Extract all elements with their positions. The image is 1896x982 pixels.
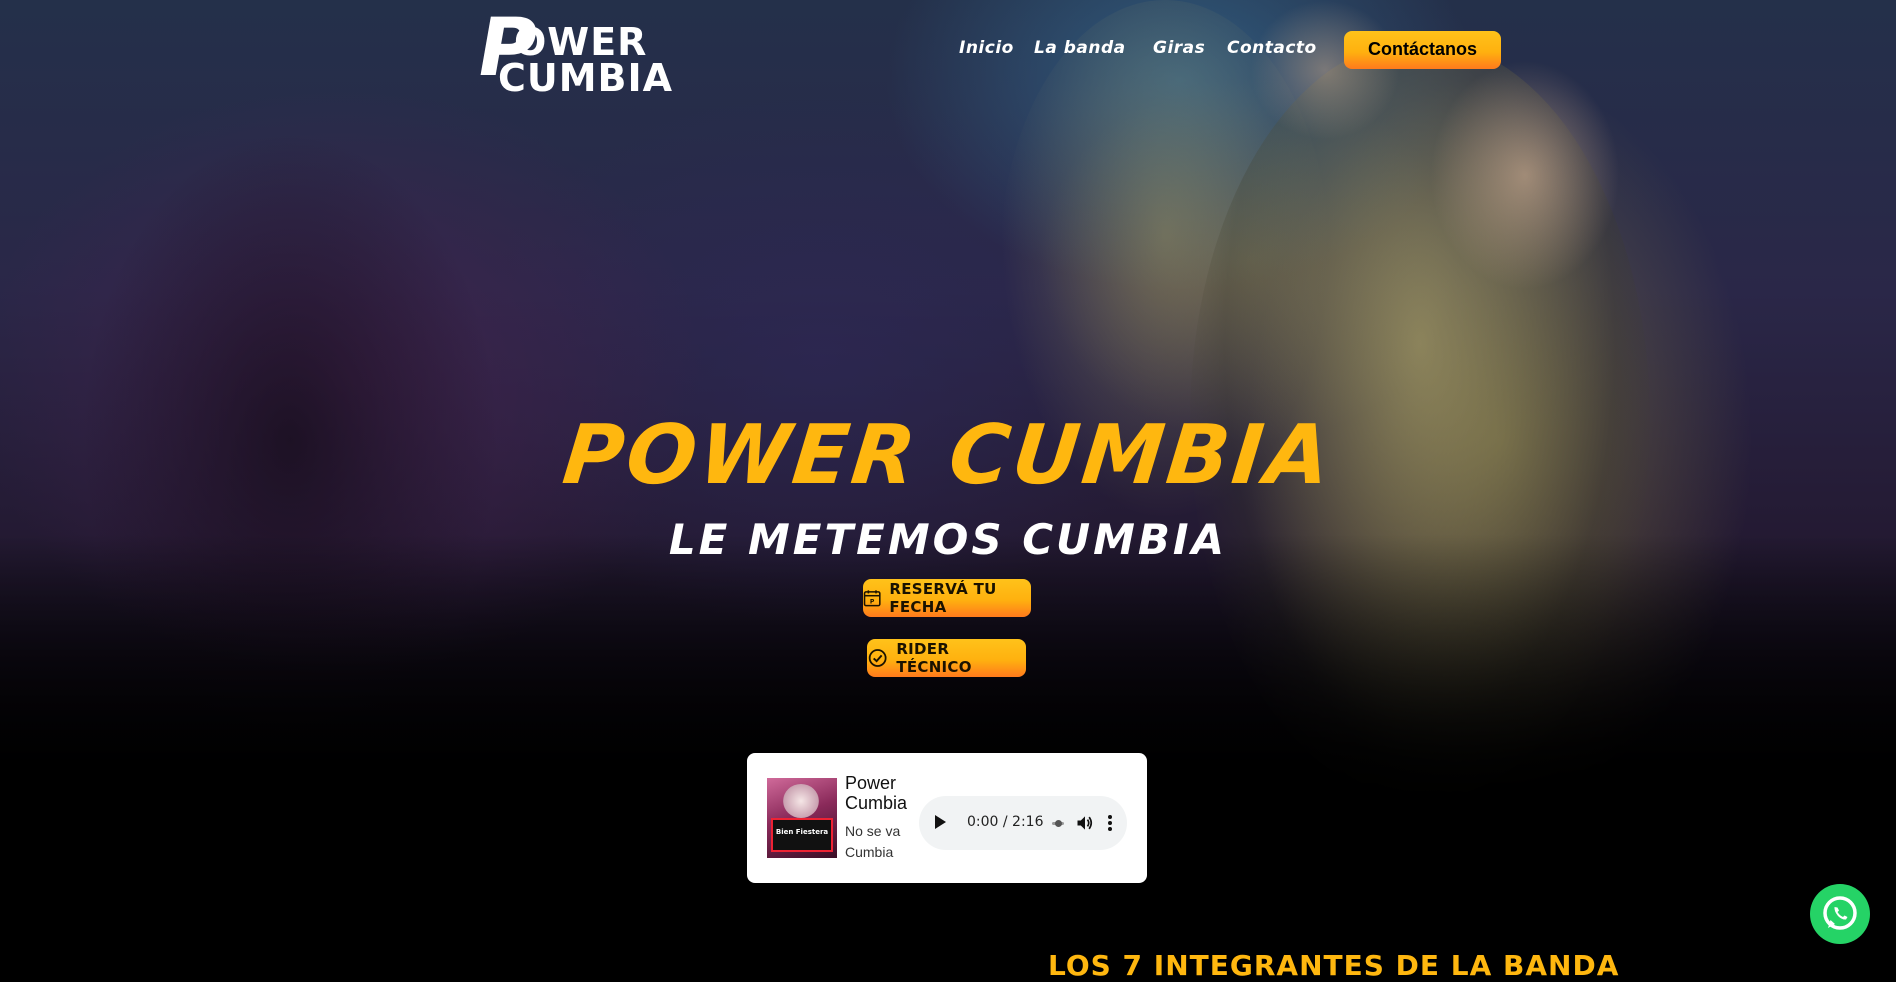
track-artist: Power Cumbia <box>845 773 908 813</box>
calendar-icon: P <box>863 590 881 607</box>
track-title: No se va Cumbia <box>845 823 901 860</box>
check-circle-icon <box>868 649 887 667</box>
technical-rider-button[interactable]: RIDER TÉCNICO <box>867 639 1026 677</box>
nav-item-giras[interactable]: Giras <box>1153 38 1205 58</box>
whatsapp-button[interactable] <box>1810 884 1870 944</box>
book-date-label: RESERVÁ TU FECHA <box>889 580 997 616</box>
technical-rider-label: RIDER TÉCNICO <box>896 640 972 676</box>
book-date-button[interactable]: P RESERVÁ TU FECHA <box>863 579 1031 617</box>
hero-photo-head-back <box>1250 0 1400 140</box>
hero-subtitle: LE METEMOS CUMBIA <box>668 515 1228 564</box>
nav-item-la-banda[interactable]: La banda <box>1034 38 1126 58</box>
volume-icon[interactable] <box>1075 813 1095 833</box>
brand-logo[interactable]: P OWER CUMBIA <box>470 1 672 98</box>
play-icon[interactable] <box>935 815 946 829</box>
album-cover: Bien Fiestera <box>767 778 837 858</box>
svg-text:P: P <box>870 598 875 605</box>
audio-progress-knob[interactable] <box>1055 820 1062 827</box>
album-cover-text: Bien Fiestera <box>775 828 829 836</box>
hero-title: POWER CUMBIA <box>558 408 1338 503</box>
members-section-heading: LOS 7 INTEGRANTES DE LA BANDA <box>1048 949 1620 982</box>
nav-item-inicio[interactable]: Inicio <box>959 38 1014 58</box>
audio-time: 0:00 / 2:16 <box>967 814 1044 830</box>
audio-player-card: Bien Fiestera Power Cumbia No se va Cumb… <box>747 753 1147 883</box>
more-vertical-icon[interactable] <box>1107 813 1113 833</box>
audio-controls: 0:00 / 2:16 <box>919 796 1127 850</box>
hero-photo-head-front <box>1430 60 1620 290</box>
album-cover-photo <box>783 784 819 818</box>
nav-item-contacto[interactable]: Contacto <box>1227 38 1317 58</box>
whatsapp-icon <box>1823 896 1857 930</box>
logo-line-2: CUMBIA <box>498 56 674 100</box>
contact-cta-button[interactable]: Contáctanos <box>1344 31 1501 69</box>
